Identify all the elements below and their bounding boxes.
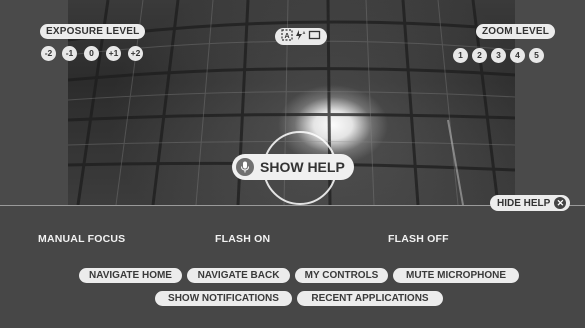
zoom-level-label: ZOOM LEVEL bbox=[476, 24, 555, 39]
exposure-0-button[interactable]: 0 bbox=[84, 46, 99, 61]
zoom-2-button[interactable]: 2 bbox=[472, 48, 487, 63]
camera-mode-indicator[interactable]: A A bbox=[275, 28, 327, 45]
command-flash-off: FLASH OFF bbox=[388, 233, 449, 245]
svg-text:A: A bbox=[303, 30, 306, 35]
chip-show-notifications[interactable]: SHOW NOTIFICATIONS bbox=[155, 291, 292, 306]
help-panel bbox=[0, 205, 585, 328]
chip-my-controls[interactable]: MY CONTROLS bbox=[295, 268, 388, 283]
chip-recent-applications[interactable]: RECENT APPLICATIONS bbox=[297, 291, 443, 306]
microphone-icon bbox=[236, 158, 254, 176]
show-help-label: SHOW HELP bbox=[260, 159, 345, 175]
command-manual-focus: MANUAL FOCUS bbox=[38, 233, 126, 245]
auto-mode-icon: A bbox=[281, 28, 293, 46]
show-help-button[interactable]: SHOW HELP bbox=[232, 154, 354, 180]
zoom-5-button[interactable]: 5 bbox=[529, 48, 544, 63]
exposure-plus2-button[interactable]: +2 bbox=[128, 46, 143, 61]
exposure-level-label: EXPOSURE LEVEL bbox=[40, 24, 146, 39]
hide-help-button[interactable]: HIDE HELP ✕ bbox=[490, 195, 571, 211]
chip-mute-microphone[interactable]: MUTE MICROPHONE bbox=[393, 268, 519, 283]
camera-screen: EXPOSURE LEVEL -2 -1 0 +1 +2 A A ZOOM LE… bbox=[0, 0, 585, 328]
zoom-3-button[interactable]: 3 bbox=[491, 48, 506, 63]
exposure-plus1-button[interactable]: +1 bbox=[106, 46, 121, 61]
chip-navigate-home[interactable]: NAVIGATE HOME bbox=[79, 268, 182, 283]
aspect-ratio-icon bbox=[308, 28, 321, 46]
svg-text:A: A bbox=[284, 33, 289, 40]
exposure-minus2-button[interactable]: -2 bbox=[41, 46, 56, 61]
flash-auto-icon: A bbox=[295, 28, 306, 46]
close-icon: ✕ bbox=[554, 197, 567, 209]
exposure-minus1-button[interactable]: -1 bbox=[62, 46, 77, 61]
chip-navigate-back[interactable]: NAVIGATE BACK bbox=[187, 268, 290, 283]
zoom-4-button[interactable]: 4 bbox=[510, 48, 525, 63]
command-flash-on: FLASH ON bbox=[215, 233, 271, 245]
zoom-1-button[interactable]: 1 bbox=[453, 48, 468, 63]
hide-help-label: HIDE HELP bbox=[497, 197, 551, 209]
